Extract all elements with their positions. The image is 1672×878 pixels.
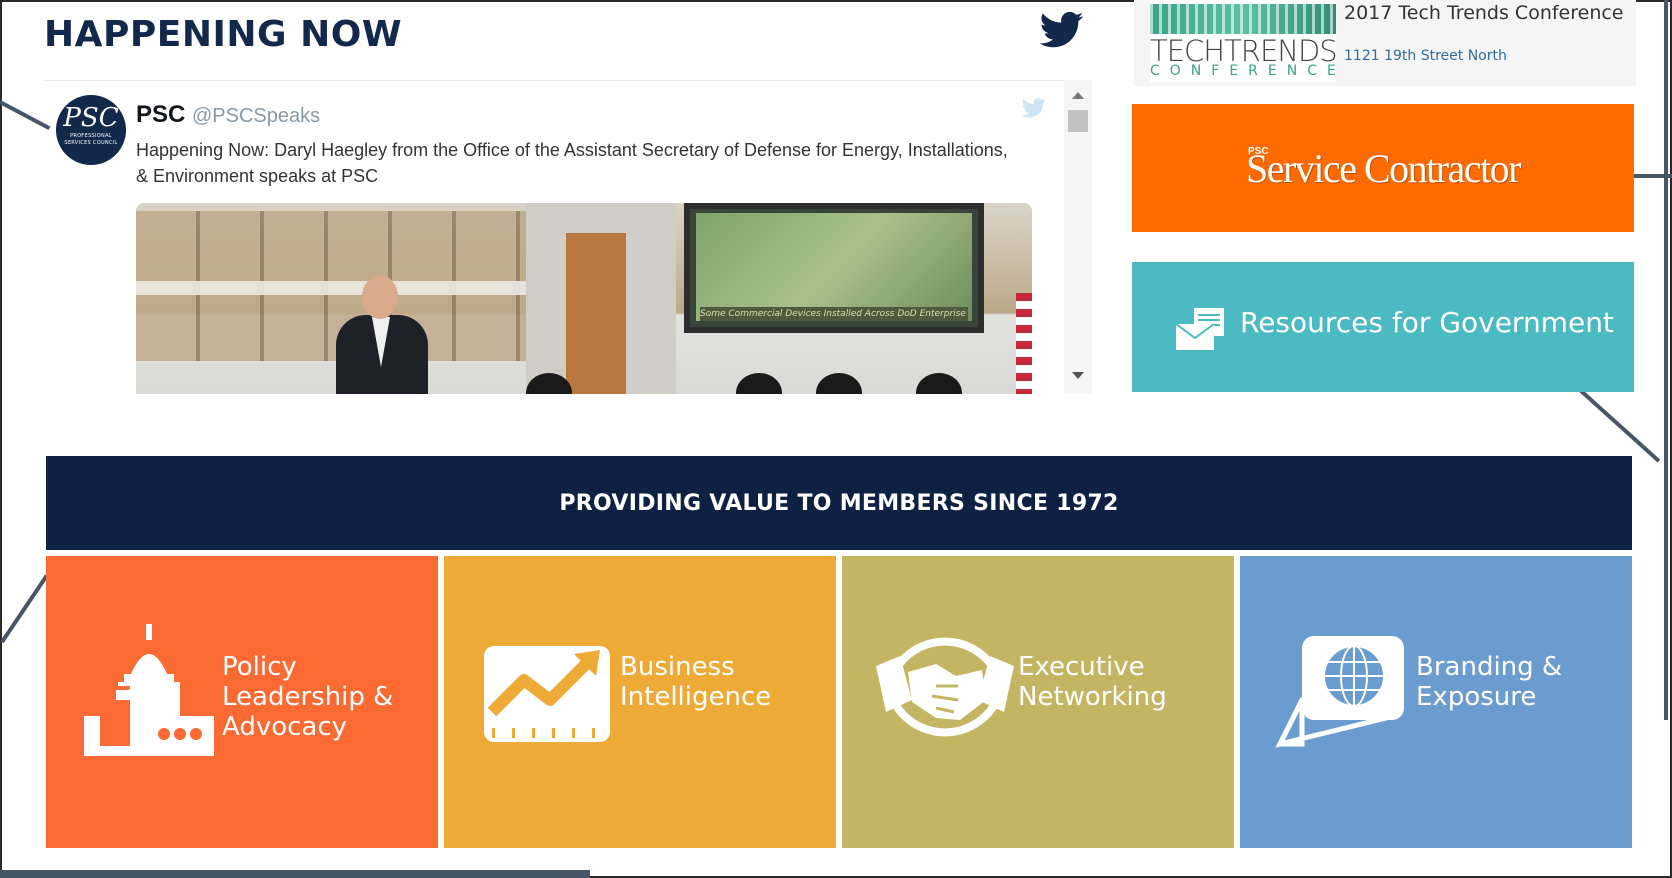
scroll-up-icon[interactable] <box>1072 92 1084 99</box>
event-title[interactable]: 2017 Tech Trends Conference <box>1344 0 1624 26</box>
twitter-icon[interactable] <box>1039 10 1084 50</box>
projector-screen: Some Commercial Devices Installed Across… <box>684 203 984 333</box>
timeline-scrollbar[interactable] <box>1064 80 1092 394</box>
scroll-thumb[interactable] <box>1068 110 1088 132</box>
flag <box>1016 293 1032 394</box>
tile-branding-exposure-label: Branding & Exposure <box>1416 652 1563 712</box>
service-contractor-button[interactable]: Service Contractor PSC <box>1132 104 1634 232</box>
event-card[interactable]: TECHTRENDS CONFERENCE 2017 Tech Trends C… <box>1134 0 1636 86</box>
speaker <box>336 275 428 394</box>
callout-line-bottom <box>0 870 590 878</box>
tile-business-intelligence-label: Business Intelligence <box>620 652 772 712</box>
tweet-photo[interactable]: Some Commercial Devices Installed Across… <box>136 203 1032 394</box>
tile-business-intelligence[interactable]: Business Intelligence <box>444 556 836 848</box>
event-address: 1121 19th Street North <box>1344 48 1507 64</box>
tile-policy-leadership[interactable]: Policy Leadership & Advocacy <box>46 556 438 848</box>
callout-line-right-edge <box>1664 0 1668 720</box>
chart-icon <box>484 646 610 742</box>
tweet-author-handle[interactable]: @PSCSpeaks <box>192 105 320 128</box>
value-banner-text: PROVIDING VALUE TO MEMBERS SINCE 1972 <box>559 490 1119 516</box>
tweet-author-name[interactable]: PSC <box>136 101 185 129</box>
twitter-timeline[interactable]: PSC PROFESSIONAL SERVICES COUNCIL PSC @P… <box>44 80 1092 394</box>
tile-policy-leadership-label: Policy Leadership & Advocacy <box>222 652 394 742</box>
tweet-twitter-icon[interactable] <box>1021 97 1046 119</box>
value-banner: PROVIDING VALUE TO MEMBERS SINCE 1972 <box>46 456 1632 550</box>
psc-badge: PSC <box>1248 146 1269 157</box>
resources-for-government-button[interactable]: Resources for Government <box>1132 262 1634 392</box>
tile-executive-networking-label: Executive Networking <box>1018 652 1167 712</box>
capitol-skyline-icon <box>1150 4 1336 34</box>
globe-icon <box>1275 636 1404 748</box>
tweet-text: Happening Now: Daryl Haegley from the Of… <box>136 140 1008 186</box>
happening-now-title: HAPPENING NOW <box>44 14 403 55</box>
capitol-icon <box>84 624 214 756</box>
handshake-icon <box>876 637 1014 737</box>
tech-trends-logo[interactable]: TECHTRENDS CONFERENCE <box>1150 0 1336 82</box>
resources-for-government-label: Resources for Government <box>1240 306 1614 339</box>
tile-branding-exposure[interactable]: Branding & Exposure <box>1240 556 1632 848</box>
tile-executive-networking[interactable]: Executive Networking <box>842 556 1234 848</box>
envelope-document-icon <box>1175 308 1224 350</box>
scroll-down-icon[interactable] <box>1072 372 1084 379</box>
psc-avatar[interactable]: PSC PROFESSIONAL SERVICES COUNCIL <box>56 95 126 165</box>
audience <box>516 363 976 394</box>
screen-caption: Some Commercial Devices Installed Across… <box>700 307 968 321</box>
